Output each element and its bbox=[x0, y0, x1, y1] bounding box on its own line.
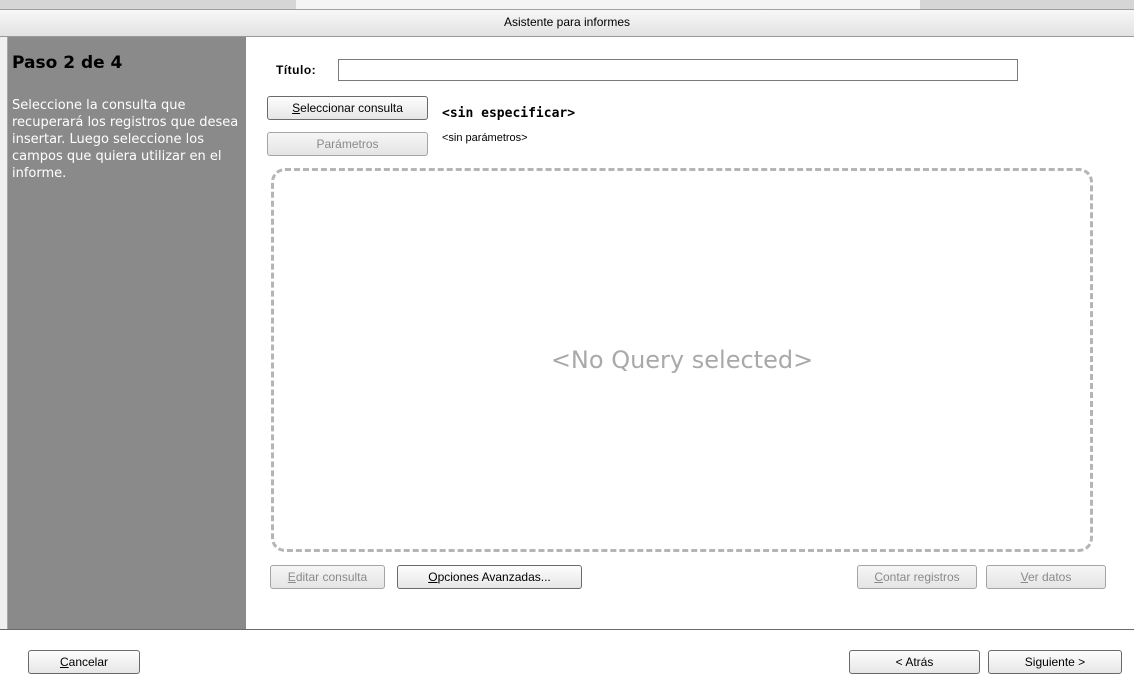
window-title: Asistente para informes bbox=[503, 15, 631, 29]
select-query-button[interactable]: Seleccionar consulta bbox=[267, 96, 428, 120]
background-window-tab bbox=[0, 0, 296, 9]
step-indicator: Paso 2 de 4 bbox=[12, 53, 123, 73]
next-button[interactable]: Siguiente > bbox=[988, 650, 1122, 674]
view-data-button[interactable]: Ver datos bbox=[986, 565, 1106, 589]
left-frame bbox=[0, 37, 8, 629]
query-status: <sin especificar> bbox=[442, 106, 576, 121]
parameters-status: <sin parámetros> bbox=[442, 132, 528, 144]
count-records-button[interactable]: Contar registros bbox=[857, 565, 977, 589]
back-button[interactable]: < Atrás bbox=[849, 650, 980, 674]
wizard-content: Título: Seleccionar consulta <sin especi… bbox=[246, 37, 1134, 629]
advanced-options-button[interactable]: Opciones Avanzadas... bbox=[397, 565, 582, 589]
no-query-placeholder: <No Query selected> bbox=[550, 346, 814, 374]
query-fields-area: <No Query selected> bbox=[271, 168, 1093, 552]
title-label: Título: bbox=[276, 63, 317, 77]
top-strip bbox=[0, 0, 1134, 9]
cancel-button[interactable]: Cancelar bbox=[28, 650, 140, 674]
background-window-tab bbox=[920, 0, 1134, 9]
wizard-sidebar: Paso 2 de 4 Seleccione la consulta que r… bbox=[8, 37, 246, 629]
title-input[interactable] bbox=[338, 59, 1018, 81]
step-description: Seleccione la consulta que recuperará lo… bbox=[12, 98, 239, 181]
window-titlebar[interactable]: Asistente para informes bbox=[0, 9, 1134, 37]
parameters-button[interactable]: Parámetros bbox=[267, 132, 428, 156]
wizard-footer: Cancelar < Atrás Siguiente > bbox=[0, 629, 1134, 692]
edit-query-button[interactable]: Editar consulta bbox=[270, 565, 385, 589]
